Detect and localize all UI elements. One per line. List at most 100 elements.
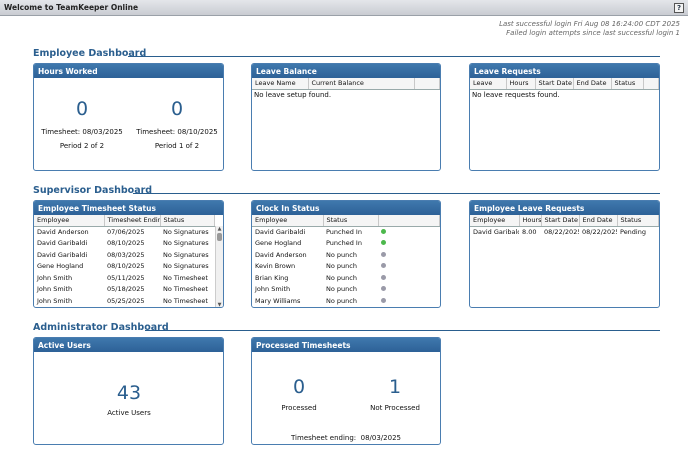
panel-header: Employee Leave Requests	[470, 201, 659, 215]
status-cell: No Signatures	[163, 239, 209, 248]
employee-cell: Gene Hogland	[255, 239, 302, 248]
login-info: Last successful login Fri Aug 08 16:24:0…	[499, 20, 680, 38]
panel-header: Processed Timesheets	[252, 338, 440, 352]
hours-right-period: Period 1 of 2	[154, 142, 200, 150]
employee-dashboard-title: Employee Dashboard	[33, 48, 147, 59]
column-header[interactable]: Employee	[34, 215, 105, 227]
panel-header: Clock In Status	[252, 201, 440, 215]
status-indicator-cell	[378, 261, 440, 273]
column-header[interactable]: Start Date	[535, 78, 574, 90]
table-row[interactable]: Brian King No punch	[252, 272, 440, 284]
status-indicator-cell	[378, 249, 440, 261]
status-cell: No Signatures	[163, 262, 209, 271]
panel-header: Active Users	[34, 338, 223, 352]
employee-cell: Kevin Brown	[255, 262, 296, 271]
table-row[interactable]: Gene Hogland Punched In	[252, 238, 440, 250]
table-row[interactable]: John Smith No punch	[252, 284, 440, 296]
column-header[interactable]: Status	[611, 78, 644, 90]
employee-cell: David Anderson	[37, 228, 89, 236]
status-dot-icon	[381, 251, 386, 257]
column-header[interactable]: Status	[160, 215, 215, 227]
hours-left-period: Period 2 of 2	[59, 142, 105, 150]
column-header[interactable]: End Date	[573, 78, 612, 90]
column-header[interactable]: Employee	[470, 215, 520, 227]
timesheet-ending-value: 08/03/2025	[360, 434, 401, 442]
column-header[interactable]: Status	[323, 215, 379, 227]
table-row[interactable]: David Anderson 07/06/2025 No Signatures	[34, 226, 215, 238]
column-header[interactable]: End Date	[579, 215, 618, 227]
timesheet-ending-cell: 08/10/2025	[107, 239, 145, 248]
timesheet-ending-cell: 05/11/2025	[107, 273, 145, 282]
column-header[interactable]: Start Date	[541, 215, 580, 227]
table-row[interactable]: John Smith 05/18/2025 No Timesheet	[34, 284, 215, 296]
table-row[interactable]: Gene Hogland 08/10/2025 No Signatures	[34, 261, 215, 273]
status-cell: Punched In	[326, 228, 362, 236]
supervisor-dashboard-title: Supervisor Dashboard	[33, 185, 153, 196]
processed-timesheets-panel: Processed Timesheets 0 Processed 1 Not P…	[251, 337, 441, 445]
status-cell: Punched In	[326, 239, 362, 248]
employee-cell: Gene Hogland	[37, 262, 84, 271]
employee-cell: John Smith	[37, 273, 73, 282]
employee-leave-table: Employee Hours Start Date End Date Statu…	[470, 215, 659, 238]
empty-message: No leave setup found.	[254, 90, 332, 99]
timesheet-ending-cell: 08/03/2025	[107, 250, 145, 259]
clock-in-status-panel: Clock In Status Employee Status David Ga…	[251, 200, 441, 308]
status-cell: No punch	[326, 262, 357, 271]
timesheet-scrollbar[interactable]: ▲ ▼	[215, 226, 223, 307]
employee-cell: David Garibaldi	[473, 228, 519, 236]
processed-value[interactable]: 0	[259, 376, 339, 398]
empty-message: No leave requests found.	[472, 90, 560, 99]
status-cell: No Signatures	[163, 250, 209, 259]
employee-cell: Brian King	[255, 273, 289, 282]
leave-requests-table: Leave Hours Start Date End Date Status	[470, 78, 659, 90]
column-header[interactable]: Status	[617, 215, 659, 227]
panel-header: Employee Timesheet Status	[34, 201, 223, 215]
employee-cell: David Garibaldi	[37, 250, 88, 259]
status-cell: No Timesheet	[163, 285, 208, 294]
employee-cell: David Anderson	[255, 250, 307, 259]
panel-header: Hours Worked	[34, 64, 223, 78]
column-header[interactable]: Current Balance	[308, 78, 415, 90]
table-row[interactable]: John Smith 05/25/2025 No Timesheet	[34, 295, 215, 307]
table-row[interactable]: David Garibaldi 08/03/2025 No Signatures	[34, 249, 215, 261]
column-header[interactable]: Timesheet Ending	[104, 215, 161, 227]
column-header[interactable]: Hours	[506, 78, 536, 90]
table-row[interactable]: David Anderson No punch	[252, 249, 440, 261]
status-dot-icon	[381, 274, 386, 280]
status-cell: No punch	[326, 250, 357, 259]
column-header[interactable]: Hours	[519, 215, 542, 227]
column-header[interactable]: Leave	[470, 78, 507, 90]
not-processed-value[interactable]: 1	[355, 376, 435, 398]
active-users-value[interactable]: 43	[89, 382, 169, 404]
status-indicator-cell	[378, 226, 440, 238]
leave-requests-panel: Leave Requests Leave Hours Start Date En…	[469, 63, 660, 171]
table-row[interactable]: John Smith 05/11/2025 No Timesheet	[34, 272, 215, 284]
table-row[interactable]: Kevin Brown No punch	[252, 261, 440, 273]
help-button[interactable]: ?	[674, 3, 684, 13]
table-row[interactable]: David Garibaldi Punched In	[252, 226, 440, 238]
column-header[interactable]: Employee	[252, 215, 324, 227]
scroll-thumb[interactable]	[217, 233, 222, 241]
table-row[interactable]: David Garibaldi 08/10/2025 No Signatures	[34, 238, 215, 250]
status-cell: No Timesheet	[163, 296, 208, 305]
processed-label: Processed	[281, 404, 317, 412]
table-row[interactable]: David Garibaldi 8.00 08/22/2025 08/22/2025 P…	[470, 226, 659, 238]
employee-leave-requests-panel: Employee Leave Requests Employee Hours S…	[469, 200, 660, 308]
section-divider	[145, 330, 660, 331]
status-dot-icon	[381, 286, 386, 292]
hours-cell: 8.00	[522, 228, 537, 236]
scroll-down-icon[interactable]: ▼	[216, 302, 223, 307]
hours-worked-panel: Hours Worked 0 Timesheet: 08/03/2025 Per…	[33, 63, 224, 171]
table-row[interactable]: Mary Williams No punch	[252, 295, 440, 307]
status-dot-icon	[381, 229, 386, 234]
status-cell: No punch	[326, 296, 357, 305]
administrator-dashboard-title: Administrator Dashboard	[33, 322, 169, 333]
column-header[interactable]: Leave Name	[252, 78, 309, 90]
timesheet-ending: Timesheet ending: 08/03/2025	[252, 434, 440, 442]
employee-cell: John Smith	[37, 296, 73, 305]
scroll-up-icon[interactable]: ▲	[216, 226, 223, 232]
status-cell: No punch	[326, 285, 357, 294]
column-header	[643, 78, 659, 90]
window-titlebar: Welcome to TeamKeeper Online ?	[0, 0, 688, 16]
timesheet-ending-label: Timesheet ending:	[291, 434, 357, 442]
